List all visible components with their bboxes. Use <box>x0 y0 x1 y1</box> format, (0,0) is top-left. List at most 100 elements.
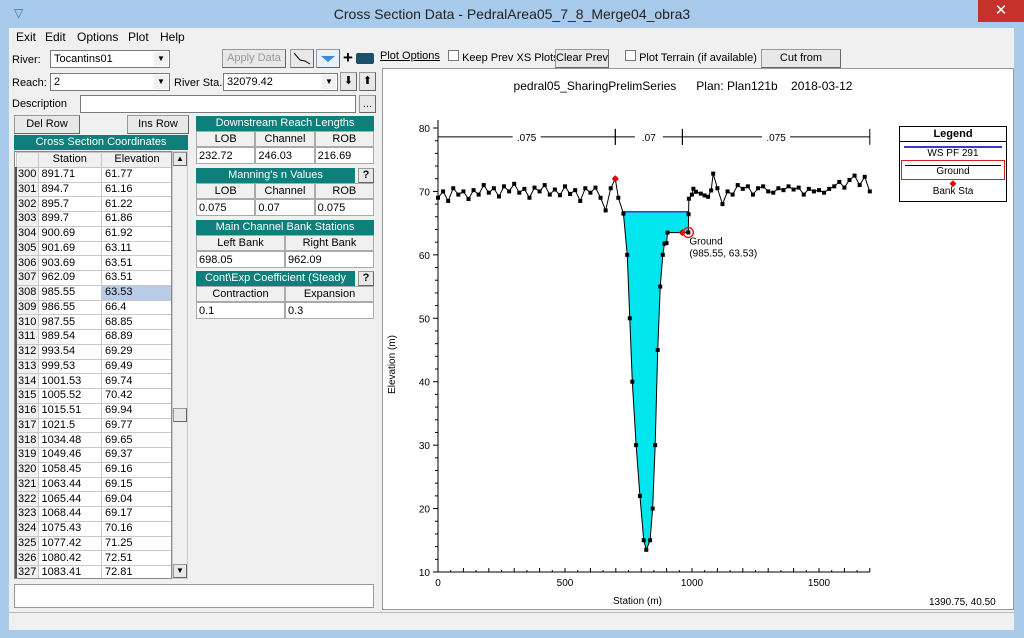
elevation-cell[interactable]: 63.51 <box>101 270 171 286</box>
station-cell[interactable]: 1058.45 <box>37 461 102 478</box>
chevron-down-icon[interactable]: ▼ <box>154 75 168 89</box>
station-cell[interactable]: 1001.53 <box>37 373 102 389</box>
menu-options[interactable]: Options <box>77 30 118 44</box>
clear-prev-button[interactable]: Clear Prev <box>555 49 609 68</box>
table-row[interactable]: 311 989.54 68.89 <box>15 329 171 345</box>
cross-section-plot-icon[interactable] <box>290 49 314 68</box>
row-number[interactable]: 305 <box>15 240 39 257</box>
del-row-button[interactable]: Del Row <box>14 115 80 134</box>
row-number[interactable]: 301 <box>15 181 39 198</box>
station-cell[interactable]: 899.7 <box>37 211 102 227</box>
station-cell[interactable]: 987.55 <box>37 314 102 330</box>
elevation-cell[interactable]: 61.77 <box>101 166 171 183</box>
elevation-cell[interactable]: 63.11 <box>101 240 171 257</box>
scroll-thumb[interactable] <box>173 408 187 422</box>
row-number[interactable]: 304 <box>15 225 39 242</box>
table-row[interactable]: 318 1034.48 69.65 <box>15 432 171 448</box>
station-cell[interactable]: 901.69 <box>37 240 102 257</box>
close-button[interactable]: ✕ <box>978 0 1024 22</box>
elevation-cell[interactable]: 69.15 <box>101 476 171 493</box>
left-bank-input[interactable]: 698.05 <box>196 251 285 268</box>
elevation-cell[interactable]: 69.17 <box>101 506 171 522</box>
row-number[interactable]: 303 <box>15 211 39 227</box>
checkbox-icon[interactable] <box>448 50 459 61</box>
station-cell[interactable]: 989.54 <box>37 329 102 345</box>
station-cell[interactable]: 1021.5 <box>37 417 102 434</box>
row-number[interactable]: 318 <box>15 432 39 448</box>
river-select[interactable]: Tocantins01 ▼ <box>50 50 170 68</box>
row-number[interactable]: 309 <box>15 299 39 316</box>
elevation-cell[interactable]: 69.29 <box>101 343 171 360</box>
table-row[interactable]: 316 1015.51 69.94 <box>15 402 171 419</box>
rob-length-input[interactable]: 216.69 <box>314 147 374 164</box>
row-number[interactable]: 307 <box>15 270 39 286</box>
station-cell[interactable]: 1077.42 <box>37 535 102 552</box>
elevation-cell[interactable]: 68.85 <box>101 314 171 330</box>
elevation-cell[interactable]: 61.86 <box>101 211 171 227</box>
station-cell[interactable]: 962.09 <box>37 270 102 286</box>
elevation-cell[interactable]: 69.49 <box>101 358 171 375</box>
table-scrollbar[interactable]: ▲ ▼ <box>172 151 188 579</box>
row-number[interactable]: 315 <box>15 388 39 404</box>
row-number[interactable]: 310 <box>15 314 39 330</box>
row-number[interactable]: 320 <box>15 461 39 478</box>
elevation-cell[interactable]: 71.25 <box>101 535 171 552</box>
station-cell[interactable]: 891.71 <box>37 166 102 183</box>
row-number[interactable]: 323 <box>15 506 39 522</box>
row-number[interactable]: 324 <box>15 520 39 537</box>
next-station-button[interactable]: ⬆ <box>359 72 376 91</box>
table-row[interactable]: 322 1065.44 69.04 <box>15 491 171 507</box>
table-row[interactable]: 314 1001.53 69.74 <box>15 373 171 389</box>
elevation-cell[interactable]: 69.37 <box>101 447 171 463</box>
table-row[interactable]: 315 1005.52 70.42 <box>15 388 171 404</box>
camera-icon[interactable] <box>356 53 374 64</box>
reach-select[interactable]: 2 ▼ <box>50 73 170 91</box>
channel-length-input[interactable]: 246.03 <box>255 147 315 164</box>
table-row[interactable]: 327 1083.41 72.81 <box>15 565 171 578</box>
row-number[interactable]: 327 <box>15 565 39 578</box>
row-number[interactable]: 314 <box>15 373 39 389</box>
menu-plot[interactable]: Plot <box>128 30 149 44</box>
row-number[interactable]: 306 <box>15 255 39 271</box>
elevation-cell[interactable]: 70.42 <box>101 388 171 404</box>
water-surface-icon[interactable] <box>316 49 340 68</box>
elevation-cell[interactable]: 69.77 <box>101 417 171 434</box>
station-cell[interactable]: 1015.51 <box>37 402 102 419</box>
table-row[interactable]: 303 899.7 61.86 <box>15 211 171 227</box>
station-cell[interactable]: 1063.44 <box>37 476 102 493</box>
checkbox-icon[interactable] <box>625 50 636 61</box>
station-cell[interactable]: 900.69 <box>37 225 102 242</box>
menu-exit[interactable]: Exit <box>16 30 36 44</box>
menu-edit[interactable]: Edit <box>45 30 66 44</box>
scroll-down-icon[interactable]: ▼ <box>173 564 187 578</box>
table-row[interactable]: 305 901.69 63.11 <box>15 240 171 257</box>
elevation-cell[interactable]: 61.92 <box>101 225 171 242</box>
row-number[interactable]: 300 <box>15 166 39 183</box>
station-cell[interactable]: 895.7 <box>37 196 102 212</box>
table-row[interactable]: 326 1080.42 72.51 <box>15 550 171 566</box>
elevation-cell[interactable]: 70.16 <box>101 520 171 537</box>
chevron-down-icon[interactable]: ▼ <box>322 75 336 89</box>
row-number[interactable]: 313 <box>15 358 39 375</box>
table-row[interactable]: 320 1058.45 69.16 <box>15 461 171 478</box>
apply-data-button[interactable]: Apply Data <box>222 49 286 68</box>
elevation-cell[interactable]: 72.81 <box>101 565 171 578</box>
right-bank-input[interactable]: 962.09 <box>285 251 374 268</box>
table-row[interactable]: 302 895.7 61.22 <box>15 196 171 212</box>
row-number[interactable]: 316 <box>15 402 39 419</box>
row-number[interactable]: 321 <box>15 476 39 493</box>
station-cell[interactable]: 903.69 <box>37 255 102 271</box>
elevation-cell[interactable]: 68.89 <box>101 329 171 345</box>
station-cell[interactable]: 986.55 <box>37 299 102 316</box>
row-number[interactable]: 302 <box>15 196 39 212</box>
lob-n-input[interactable]: 0.075 <box>196 199 256 216</box>
station-cell[interactable]: 1034.48 <box>37 432 102 448</box>
row-number[interactable]: 325 <box>15 535 39 552</box>
table-row[interactable]: 312 993.54 69.29 <box>15 343 171 360</box>
plus-icon[interactable]: + <box>343 48 353 68</box>
station-cell[interactable]: 1083.41 <box>37 565 102 578</box>
table-row[interactable]: 309 986.55 66.4 <box>15 299 171 316</box>
table-row[interactable]: 308 985.55 63.53 <box>15 284 171 301</box>
row-number[interactable]: 319 <box>15 447 39 463</box>
station-cell[interactable]: 1065.44 <box>37 491 102 507</box>
